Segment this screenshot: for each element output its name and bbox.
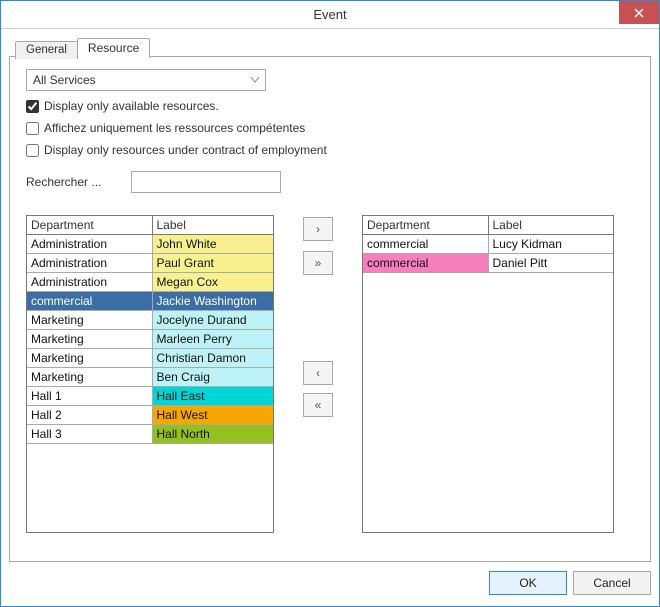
transfer-buttons: › » ‹ « <box>294 215 342 417</box>
dialog-footer: OK Cancel <box>9 568 651 598</box>
cell-label: Jackie Washington <box>152 292 273 311</box>
move-left-button[interactable]: ‹ <box>303 361 333 385</box>
tab-resource[interactable]: Resource <box>77 38 150 58</box>
cell-department: commercial <box>27 292 152 311</box>
left-col-label[interactable]: Label <box>152 216 273 235</box>
cell-label: Lucy Kidman <box>488 235 613 254</box>
right-col-department[interactable]: Department <box>363 216 488 235</box>
available-resources-grid[interactable]: Department Label AdministrationJohn Whit… <box>26 215 274 533</box>
close-button[interactable] <box>619 1 659 24</box>
table-row[interactable]: Hall 3Hall North <box>27 425 273 444</box>
cell-label: Hall North <box>152 425 273 444</box>
move-right-button[interactable]: › <box>303 217 333 241</box>
cell-label: Daniel Pitt <box>488 254 613 273</box>
cell-department: commercial <box>363 235 488 254</box>
cell-label: Paul Grant <box>152 254 273 273</box>
cell-department: Hall 2 <box>27 406 152 425</box>
cell-department: Administration <box>27 273 152 292</box>
service-dropdown-value: All Services <box>33 73 96 87</box>
right-col-label[interactable]: Label <box>488 216 613 235</box>
service-dropdown[interactable]: All Services <box>26 69 266 91</box>
event-dialog: Event General Resource All Services Disp… <box>0 0 660 607</box>
table-row[interactable]: AdministrationPaul Grant <box>27 254 273 273</box>
window-title: Event <box>313 7 346 22</box>
cell-department: Hall 3 <box>27 425 152 444</box>
checkbox-contract-label[interactable]: Display only resources under contract of… <box>44 143 327 157</box>
checkbox-available-label[interactable]: Display only available resources. <box>44 99 219 113</box>
tab-general[interactable]: General <box>15 41 78 59</box>
checkbox-competent-label[interactable]: Affichez uniquement les ressources compé… <box>44 121 305 135</box>
cell-label: John White <box>152 235 273 254</box>
table-row[interactable]: commercialDaniel Pitt <box>363 254 613 273</box>
table-row[interactable]: MarketingJocelyne Durand <box>27 311 273 330</box>
chevron-down-icon <box>251 77 259 83</box>
left-col-department[interactable]: Department <box>27 216 152 235</box>
checkbox-contract[interactable] <box>26 144 39 157</box>
tab-bar: General Resource <box>15 35 651 57</box>
checkbox-competent[interactable] <box>26 122 39 135</box>
resource-panel: All Services Display only available reso… <box>9 56 651 562</box>
search-input[interactable] <box>131 171 281 193</box>
cell-label: Megan Cox <box>152 273 273 292</box>
cell-department: Administration <box>27 254 152 273</box>
checkbox-available[interactable] <box>26 100 39 113</box>
cell-label: Ben Craig <box>152 368 273 387</box>
title-bar: Event <box>1 1 659 29</box>
table-row[interactable]: AdministrationMegan Cox <box>27 273 273 292</box>
table-row[interactable]: commercialJackie Washington <box>27 292 273 311</box>
table-row[interactable]: MarketingMarleen Perry <box>27 330 273 349</box>
close-icon <box>634 8 644 18</box>
table-row[interactable]: commercialLucy Kidman <box>363 235 613 254</box>
cell-department: Marketing <box>27 349 152 368</box>
cell-label: Hall West <box>152 406 273 425</box>
cell-label: Marleen Perry <box>152 330 273 349</box>
cell-department: Hall 1 <box>27 387 152 406</box>
table-row[interactable]: MarketingBen Craig <box>27 368 273 387</box>
cell-label: Jocelyne Durand <box>152 311 273 330</box>
selected-resources-grid[interactable]: Department Label commercialLucy Kidmanco… <box>362 215 614 533</box>
cell-department: Administration <box>27 235 152 254</box>
search-label: Rechercher ... <box>26 175 101 189</box>
cell-department: Marketing <box>27 311 152 330</box>
cancel-button[interactable]: Cancel <box>573 571 651 595</box>
table-row[interactable]: Hall 1Hall East <box>27 387 273 406</box>
cell-label: Hall East <box>152 387 273 406</box>
move-all-right-button[interactable]: » <box>303 251 333 275</box>
table-row[interactable]: AdministrationJohn White <box>27 235 273 254</box>
cell-label: Christian Damon <box>152 349 273 368</box>
table-row[interactable]: Hall 2Hall West <box>27 406 273 425</box>
ok-button[interactable]: OK <box>489 571 567 595</box>
cell-department: Marketing <box>27 368 152 387</box>
cell-department: commercial <box>363 254 488 273</box>
cell-department: Marketing <box>27 330 152 349</box>
table-row[interactable]: MarketingChristian Damon <box>27 349 273 368</box>
move-all-left-button[interactable]: « <box>303 393 333 417</box>
